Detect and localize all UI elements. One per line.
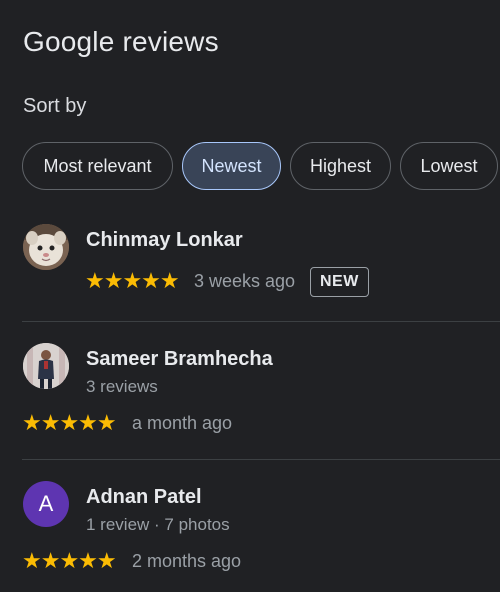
reviewer-avatar[interactable]: A bbox=[23, 481, 69, 527]
review-time: 2 months ago bbox=[132, 551, 242, 571]
sort-chips: Most relevant Newest Highest Lowest bbox=[22, 142, 500, 192]
divider bbox=[22, 459, 500, 460]
rating-stars: ★★★★★ bbox=[22, 410, 117, 435]
rating-stars: ★★★★★ bbox=[22, 548, 117, 573]
sort-chip-lowest[interactable]: Lowest bbox=[400, 142, 498, 190]
rating-stars: ★★★★★ bbox=[85, 268, 180, 293]
new-badge: NEW bbox=[310, 267, 369, 297]
sort-chip-newest[interactable]: Newest bbox=[182, 142, 281, 190]
sort-by-label: Sort by bbox=[23, 95, 87, 117]
cat-photo-icon bbox=[23, 224, 69, 270]
person-photo-icon bbox=[23, 343, 69, 389]
sort-chip-highest[interactable]: Highest bbox=[290, 142, 391, 190]
page-title: Google reviews bbox=[23, 26, 219, 57]
divider bbox=[22, 321, 500, 322]
reviewer-meta: 1 review · 7 photos bbox=[86, 515, 230, 534]
reviews-panel: Google reviews Sort by Most relevant New… bbox=[0, 0, 500, 592]
review-time: a month ago bbox=[132, 413, 233, 433]
review-time: 3 weeks ago bbox=[194, 271, 296, 291]
reviewer-avatar[interactable] bbox=[23, 224, 69, 270]
reviewer-name[interactable]: Adnan Patel bbox=[86, 486, 202, 509]
reviewer-name[interactable]: Chinmay Lonkar bbox=[86, 229, 243, 252]
reviewer-avatar[interactable] bbox=[23, 343, 69, 389]
reviewer-name[interactable]: Sameer Bramhecha bbox=[86, 348, 273, 371]
sort-chip-most-relevant[interactable]: Most relevant bbox=[22, 142, 173, 190]
reviewer-meta: 3 reviews bbox=[86, 377, 158, 396]
